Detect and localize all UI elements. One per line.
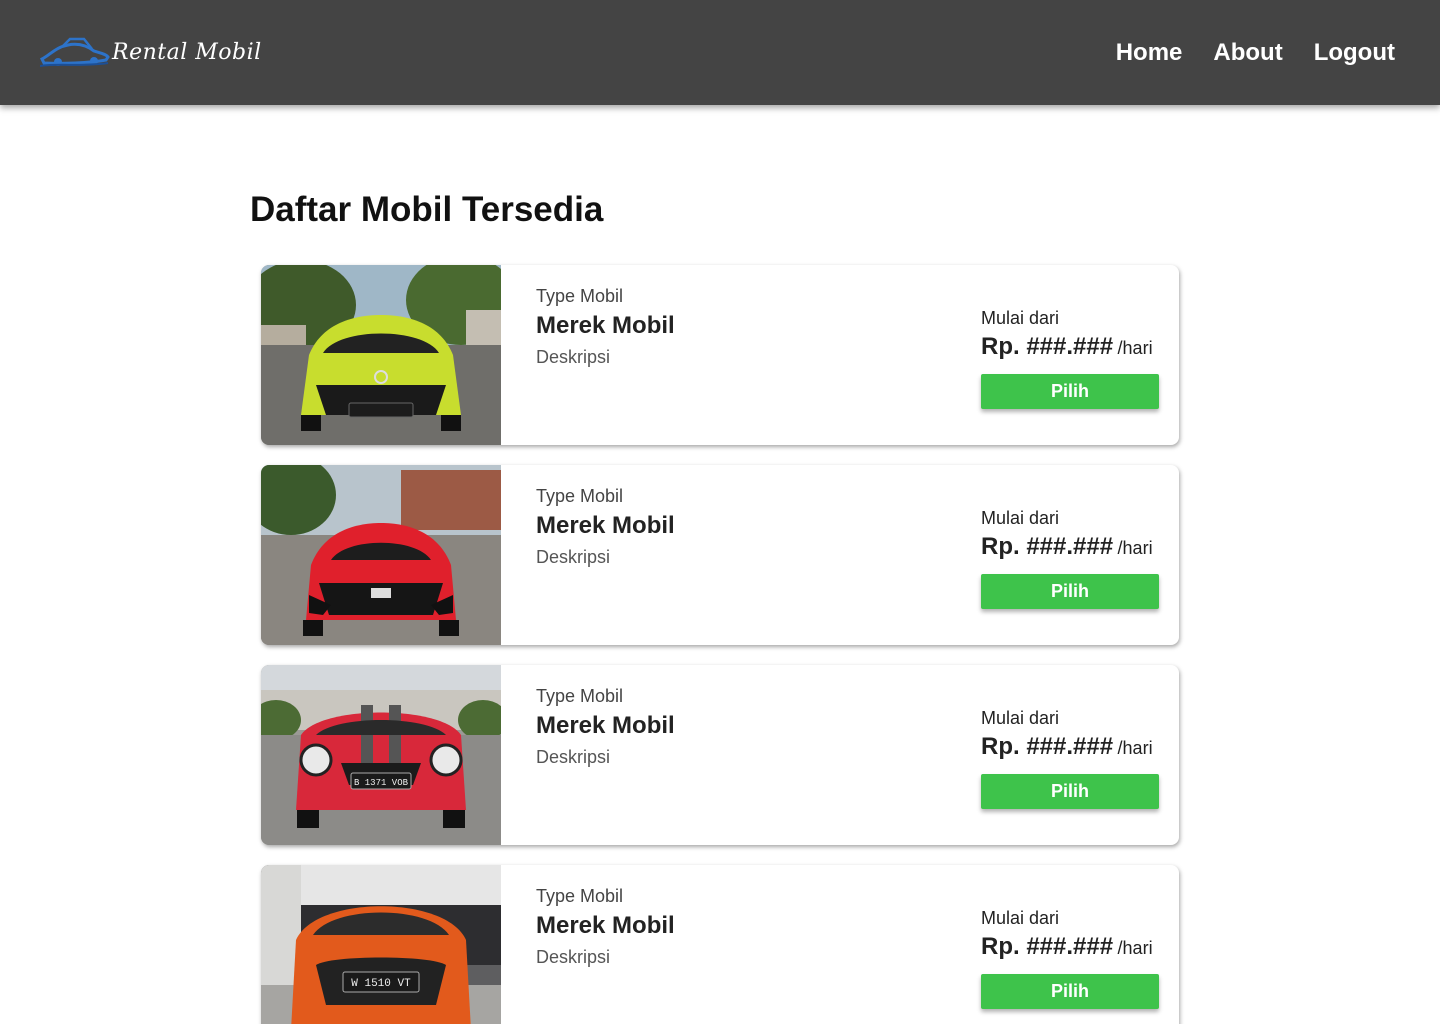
price-unit: /hari bbox=[1117, 738, 1153, 758]
car-brand: Merek Mobil bbox=[536, 312, 675, 339]
price-value: Rp. ###.### bbox=[981, 333, 1114, 360]
page-title: Daftar Mobil Tersedia bbox=[250, 190, 604, 229]
car-icon bbox=[40, 37, 110, 67]
price-label: Mulai dari bbox=[981, 308, 1060, 328]
price-row: Rp. ###.### /hari bbox=[981, 933, 1159, 964]
car-info: Type Mobil Merek Mobil Deskripsi bbox=[536, 285, 675, 368]
price-value: Rp. ###.### bbox=[981, 933, 1114, 960]
car-info: Type Mobil Merek Mobil Deskripsi bbox=[536, 885, 675, 968]
brand-name: Rental Mobil bbox=[112, 40, 262, 65]
car-description: Deskripsi bbox=[536, 947, 611, 967]
pick-button[interactable]: Pilih bbox=[981, 374, 1159, 409]
navbar: Rental Mobil Home About Logout bbox=[0, 0, 1440, 105]
car-brand: Merek Mobil bbox=[536, 512, 675, 539]
car-description: Deskripsi bbox=[536, 547, 611, 567]
price-label: Mulai dari bbox=[981, 708, 1060, 728]
price-unit: /hari bbox=[1117, 338, 1153, 358]
brand[interactable]: Rental Mobil bbox=[40, 33, 262, 73]
price-section: Mulai dari Rp. ###.### /hari Pilih bbox=[981, 307, 1159, 409]
license-plate: W 1510 VT bbox=[351, 978, 411, 990]
license-plate: B 1371 VOB bbox=[354, 778, 409, 788]
car-photo: B 1371 VOB bbox=[261, 665, 501, 845]
nav-about-link[interactable]: About bbox=[1213, 39, 1282, 67]
car-type: Type Mobil bbox=[536, 686, 624, 706]
car-info: Type Mobil Merek Mobil Deskripsi bbox=[536, 685, 675, 768]
price-value: Rp. ###.### bbox=[981, 733, 1114, 760]
car-card: W 1510 VT Type Mobil Merek Mobil Deskrip… bbox=[261, 865, 1179, 1024]
price-section: Mulai dari Rp. ###.### /hari Pilih bbox=[981, 507, 1159, 609]
price-row: Rp. ###.### /hari bbox=[981, 333, 1159, 364]
car-card: Type Mobil Merek Mobil Deskripsi Mulai d… bbox=[261, 265, 1179, 445]
car-photo bbox=[261, 465, 501, 645]
car-description: Deskripsi bbox=[536, 347, 611, 367]
car-card: B 1371 VOB Type Mobil Merek Mobil Deskri… bbox=[261, 665, 1179, 845]
price-section: Mulai dari Rp. ###.### /hari Pilih bbox=[981, 707, 1159, 809]
car-brand: Merek Mobil bbox=[536, 712, 675, 739]
price-section: Mulai dari Rp. ###.### /hari Pilih bbox=[981, 907, 1159, 1009]
price-row: Rp. ###.### /hari bbox=[981, 733, 1159, 764]
car-photo: W 1510 VT bbox=[261, 865, 501, 1024]
car-type: Type Mobil bbox=[536, 286, 624, 306]
car-brand: Merek Mobil bbox=[536, 912, 675, 939]
car-info: Type Mobil Merek Mobil Deskripsi bbox=[536, 485, 675, 568]
car-card: Type Mobil Merek Mobil Deskripsi Mulai d… bbox=[261, 465, 1179, 645]
nav-menu: Home About Logout bbox=[1116, 39, 1395, 67]
price-label: Mulai dari bbox=[981, 508, 1060, 528]
pick-button[interactable]: Pilih bbox=[981, 774, 1159, 809]
car-description: Deskripsi bbox=[536, 747, 611, 767]
pick-button[interactable]: Pilih bbox=[981, 974, 1159, 1009]
price-value: Rp. ###.### bbox=[981, 533, 1114, 560]
price-row: Rp. ###.### /hari bbox=[981, 533, 1159, 564]
car-photo bbox=[261, 265, 501, 445]
car-type: Type Mobil bbox=[536, 886, 624, 906]
pick-button[interactable]: Pilih bbox=[981, 574, 1159, 609]
nav-home-link[interactable]: Home bbox=[1116, 39, 1183, 67]
nav-logout-link[interactable]: Logout bbox=[1314, 39, 1395, 67]
car-type: Type Mobil bbox=[536, 486, 624, 506]
price-unit: /hari bbox=[1117, 938, 1153, 958]
car-list: Type Mobil Merek Mobil Deskripsi Mulai d… bbox=[261, 265, 1179, 1024]
price-unit: /hari bbox=[1117, 538, 1153, 558]
price-label: Mulai dari bbox=[981, 908, 1060, 928]
